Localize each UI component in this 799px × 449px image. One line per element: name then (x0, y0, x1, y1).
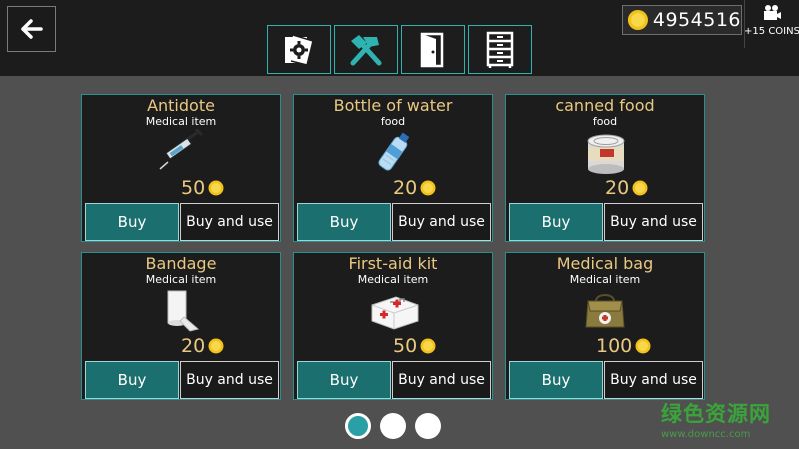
item-category: Medical item (357, 273, 429, 286)
video-bonus-label: +15 COINS (744, 26, 799, 37)
page-dot-2[interactable] (380, 413, 406, 439)
tab-crafting-plans[interactable] (267, 25, 331, 74)
page-dot-1[interactable] (345, 413, 371, 439)
coin-icon (632, 180, 648, 196)
buy-button[interactable]: Buy (297, 203, 391, 241)
item-image (154, 287, 210, 333)
item-price: 20 (393, 177, 436, 199)
medical-bag-icon (585, 294, 625, 328)
coin-icon (627, 9, 648, 31)
coin-icon (420, 338, 436, 354)
page-indicator (345, 413, 441, 439)
door-icon (420, 32, 444, 67)
buy-and-use-button[interactable]: Buy and use (392, 203, 491, 241)
tab-tools[interactable] (334, 25, 398, 74)
shop-item-card: Bandage Medical item 20 Buy Buy and use (81, 252, 281, 400)
video-camera-icon (764, 5, 781, 20)
buy-and-use-button[interactable]: Buy and use (180, 203, 279, 241)
water-bottle-icon (378, 132, 410, 171)
syringe-icon (159, 129, 204, 170)
category-tabs (267, 25, 532, 74)
item-name: Antidote (147, 96, 215, 115)
buy-button[interactable]: Buy (509, 361, 603, 399)
tab-doors[interactable] (401, 25, 465, 74)
item-price: 50 (181, 177, 224, 199)
shop-item-card: Medical bag Medical item 100 Buy Buy and… (505, 252, 705, 400)
item-category: food (380, 115, 406, 128)
item-image (578, 129, 634, 175)
shop-item-card: First-aid kit Medical item 50 Buy Buy an… (293, 252, 493, 400)
blueprint-gear-icon (285, 33, 314, 66)
item-category: Medical item (569, 273, 641, 286)
buy-button[interactable]: Buy (85, 203, 179, 241)
bandage-roll-icon (167, 290, 200, 332)
buy-and-use-button[interactable]: Buy and use (180, 361, 279, 399)
coin-icon (420, 180, 436, 196)
item-name: Medical bag (556, 254, 654, 273)
price-value: 50 (393, 335, 418, 357)
item-category: Medical item (145, 273, 217, 286)
buy-button[interactable]: Buy (85, 361, 179, 399)
item-image (366, 129, 422, 175)
coin-icon (635, 338, 651, 354)
tab-storage[interactable] (468, 25, 532, 74)
first-aid-kit-icon (371, 296, 419, 330)
watermark: 绿色资源网 www.downcc.com (661, 398, 791, 444)
price-value: 50 (181, 177, 206, 199)
buy-and-use-button[interactable]: Buy and use (604, 203, 703, 241)
item-name: canned food (555, 96, 655, 115)
item-price: 100 (596, 335, 651, 357)
arrow-left-icon (20, 19, 43, 39)
crossed-hammers-icon (350, 34, 382, 65)
buy-button[interactable]: Buy (509, 203, 603, 241)
item-image (154, 129, 210, 175)
item-price: 20 (605, 177, 648, 199)
tin-can-icon (587, 134, 625, 174)
item-image (578, 287, 634, 333)
cabinet-drawers-icon (486, 31, 514, 68)
item-price: 20 (181, 335, 224, 357)
price-value: 20 (393, 177, 418, 199)
item-category: Medical item (145, 115, 217, 128)
coin-count: 4954516 (652, 9, 741, 31)
coin-icon (208, 338, 224, 354)
item-price: 50 (393, 335, 436, 357)
shop-item-card: Bottle of water food 20 Buy Buy and use (293, 94, 493, 242)
watermark-url: www.downcc.com (661, 429, 751, 440)
back-button[interactable] (7, 6, 56, 52)
item-name: Bottle of water (333, 96, 453, 115)
item-image (366, 287, 422, 333)
shop-item-card: Antidote Medical item 50 Buy Buy and use (81, 94, 281, 242)
watermark-text: 绿色资源网 (661, 402, 771, 426)
price-value: 20 (605, 177, 630, 199)
item-name: Bandage (145, 254, 217, 273)
item-name: First-aid kit (348, 254, 438, 273)
item-category: food (592, 115, 618, 128)
shop-item-card: canned food food 20 Buy Buy and use (505, 94, 705, 242)
page-dot-3[interactable] (415, 413, 441, 439)
price-value: 100 (596, 335, 633, 357)
watch-video-bonus-button[interactable]: +15 COINS (744, 0, 799, 48)
buy-and-use-button[interactable]: Buy and use (604, 361, 703, 399)
price-value: 20 (181, 335, 206, 357)
coin-icon (208, 180, 224, 196)
buy-and-use-button[interactable]: Buy and use (392, 361, 491, 399)
coin-balance: 4954516 (622, 5, 742, 35)
buy-button[interactable]: Buy (297, 361, 391, 399)
